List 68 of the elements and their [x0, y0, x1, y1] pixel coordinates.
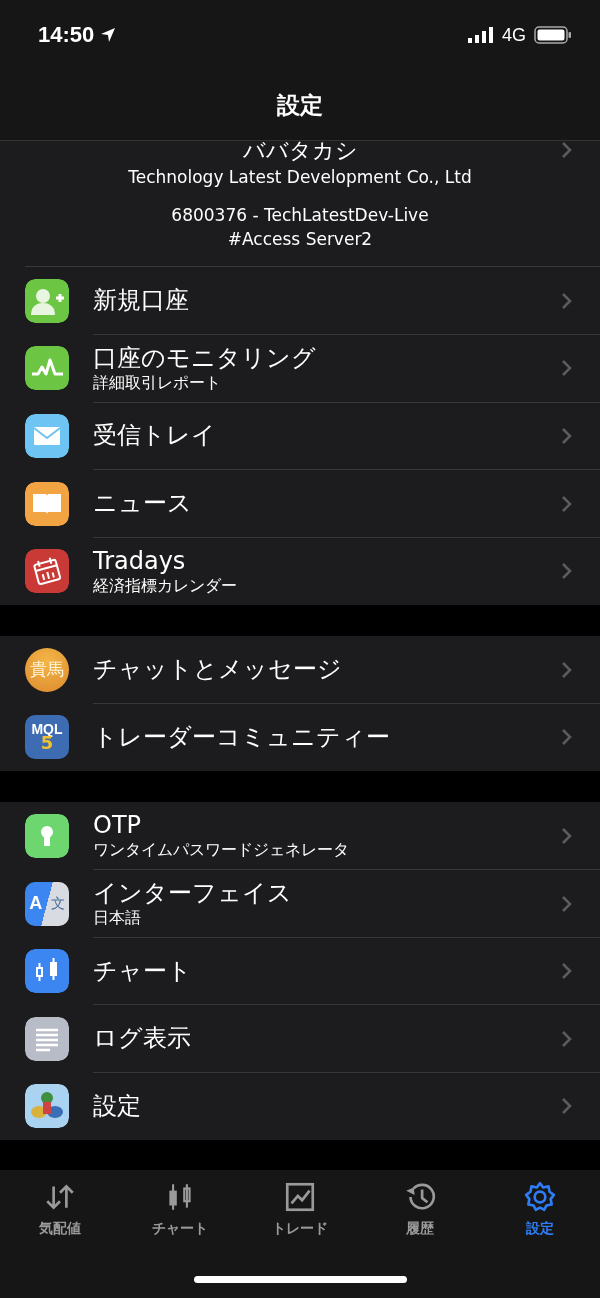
add-person-icon	[25, 278, 69, 323]
screen-title: 設定	[277, 90, 323, 120]
calendar-icon	[25, 549, 69, 594]
company-name: Technology Latest Development Co., Ltd	[128, 166, 472, 189]
item-sublabel: 経済指標カレンダー	[93, 576, 237, 597]
network-type: 4G	[502, 24, 526, 46]
tab-bar-item[interactable]: 気配値	[0, 1180, 120, 1239]
menu-item[interactable]: 受信トレイ	[0, 402, 600, 470]
battery-icon	[534, 26, 572, 44]
server-name: #Access Server2	[227, 228, 373, 251]
menu-item[interactable]: ログ表示	[0, 1004, 600, 1073]
menu-item[interactable]: A 文 インターフェイス 日本語	[0, 869, 600, 938]
chevron-icon	[561, 494, 572, 513]
item-sublabel: 詳細取引レポート	[93, 372, 221, 393]
item-sublabel: 日本語	[93, 908, 141, 929]
item-label: Tradays	[93, 546, 186, 577]
chevron-icon	[561, 427, 572, 445]
tab-bar-item[interactable]: 履歴	[360, 1180, 480, 1239]
status-time: 14:50	[38, 22, 95, 48]
item-label: ニュース	[93, 488, 192, 519]
item-label: 受信トレイ	[93, 420, 216, 451]
menu-item[interactable]: Tradays 経済指標カレンダー	[0, 537, 600, 605]
location-arrow-icon	[100, 27, 117, 43]
chevron-icon	[561, 894, 572, 913]
chevron-icon	[561, 562, 572, 581]
menu-item[interactable]: MQL 5 トレーダーコミュニティー	[0, 703, 600, 772]
chevron-icon	[561, 826, 572, 845]
translate-icon: A 文	[25, 881, 69, 926]
menu-item[interactable]: 口座のモニタリング 詳細取引レポート	[0, 334, 600, 403]
chevron-icon	[561, 660, 572, 679]
tab-bar-item[interactable]: チャート	[120, 1180, 240, 1239]
app-logo-icon	[25, 1084, 69, 1129]
item-label: ログ表示	[93, 1023, 191, 1054]
menu-item[interactable]: 設定	[0, 1072, 600, 1141]
chevron-icon	[561, 1097, 572, 1116]
item-label: OTP	[93, 810, 142, 841]
mql-logo-icon: MQL 5	[25, 715, 69, 760]
chevron-icon	[561, 359, 572, 378]
item-label: トレーダーコミュニティー	[93, 722, 390, 753]
account-name: ババタカシ	[242, 141, 358, 165]
menu-item[interactable]: ニュース	[0, 469, 600, 538]
menu-item[interactable]: 新規口座	[0, 267, 600, 335]
item-label: 口座のモニタリング	[93, 342, 316, 373]
menu-item[interactable]: 貴馬 チャットとメッセージ	[0, 635, 600, 704]
item-label: 設定	[93, 1091, 141, 1122]
chevron-icon	[561, 291, 572, 310]
candlestick-icon	[25, 949, 69, 994]
tab-bar-item[interactable]: 設定	[480, 1180, 600, 1239]
chevron-icon	[561, 1029, 572, 1048]
item-label: 新規口座	[93, 285, 189, 316]
tab-bar-item[interactable]: トレード	[240, 1180, 360, 1239]
menu-item[interactable]: チャート	[0, 937, 600, 1005]
chevron-icon	[561, 141, 572, 159]
chevron-icon	[561, 728, 572, 747]
account-login: 6800376 - TechLatestDev-Live	[171, 204, 429, 227]
menu-item[interactable]: OTP ワンタイムパスワードジェネレータ	[0, 802, 600, 870]
chevron-icon	[561, 962, 572, 981]
item-label: チャート	[93, 955, 192, 986]
line-chart-icon	[25, 346, 69, 391]
avatar-icon: 貴馬	[25, 647, 69, 692]
item-sublabel: ワンタイムパスワードジェネレータ	[93, 840, 349, 861]
book-icon	[25, 481, 69, 526]
item-label: インターフェイス	[93, 878, 292, 909]
signal-icon	[468, 27, 494, 43]
document-lines-icon	[25, 1016, 69, 1061]
envelope-icon	[25, 414, 69, 458]
keyhole-icon	[25, 813, 69, 858]
item-label: チャットとメッセージ	[93, 654, 342, 685]
